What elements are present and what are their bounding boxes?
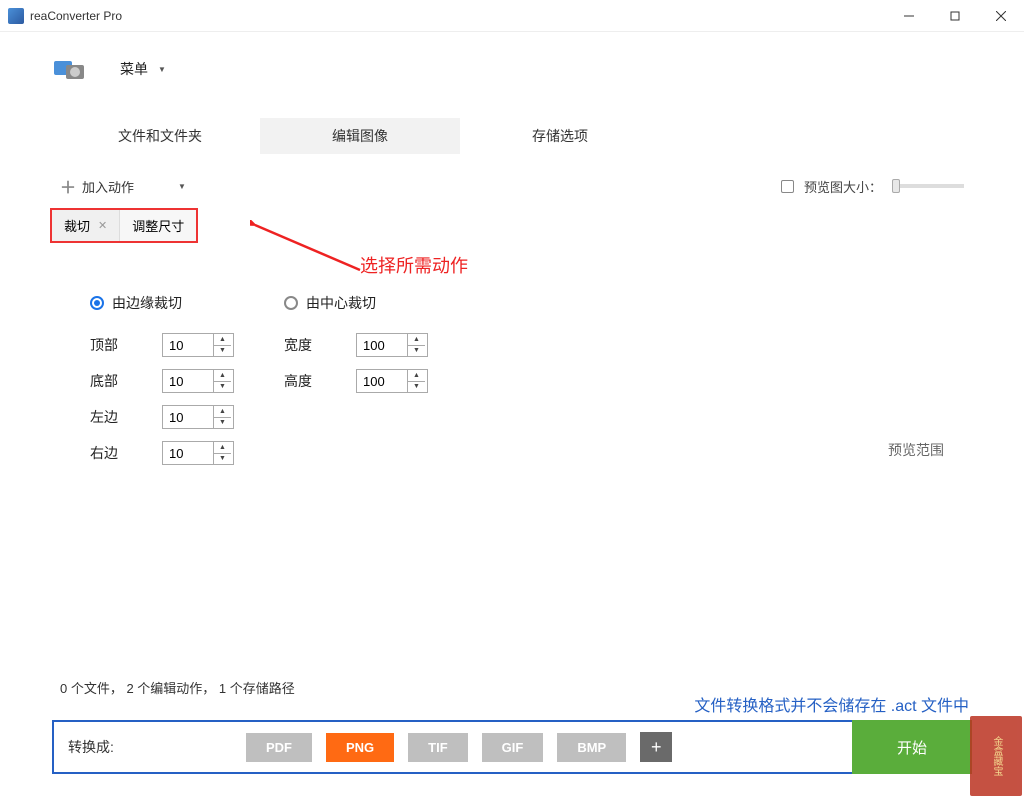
plus-icon: ＋ bbox=[60, 174, 76, 198]
spinner-bottom[interactable]: ▲▼ bbox=[162, 369, 234, 393]
radio-icon bbox=[90, 296, 104, 310]
preview-size-label: 预览图大小： bbox=[804, 177, 882, 196]
label-left: 左边 bbox=[90, 407, 138, 427]
input-width[interactable] bbox=[357, 334, 407, 356]
minimize-button[interactable] bbox=[886, 0, 932, 32]
maximize-button[interactable] bbox=[932, 0, 978, 32]
arrow-up-icon[interactable]: ▲ bbox=[408, 370, 425, 382]
preview-size-control: 预览图大小： bbox=[781, 177, 964, 196]
format-bmp[interactable]: BMP bbox=[557, 733, 626, 762]
start-button[interactable]: 开始 bbox=[852, 720, 972, 774]
subtab-crop-label: 裁切 bbox=[64, 216, 90, 235]
label-top: 顶部 bbox=[90, 335, 138, 355]
arrow-down-icon[interactable]: ▼ bbox=[214, 382, 231, 393]
close-button[interactable] bbox=[978, 0, 1024, 32]
radio-center-crop[interactable]: 由中心裁切 bbox=[284, 293, 428, 313]
spinner-right[interactable]: ▲▼ bbox=[162, 441, 234, 465]
arrow-down-icon[interactable]: ▼ bbox=[214, 346, 231, 357]
arrow-up-icon[interactable]: ▲ bbox=[214, 406, 231, 418]
subtab-resize-label: 调整尺寸 bbox=[132, 216, 184, 235]
chevron-down-icon: ▼ bbox=[178, 182, 186, 191]
preview-size-slider[interactable] bbox=[892, 184, 964, 188]
annotation-highlight-box: 裁切 ✕ 调整尺寸 bbox=[50, 208, 198, 243]
arrow-down-icon[interactable]: ▼ bbox=[214, 454, 231, 465]
annotation-arrow bbox=[250, 220, 370, 280]
main-tabs: 文件和文件夹 编辑图像 存储选项 bbox=[0, 90, 1024, 160]
preview-size-checkbox[interactable] bbox=[781, 180, 794, 193]
input-height[interactable] bbox=[357, 370, 407, 392]
arrow-up-icon[interactable]: ▲ bbox=[214, 442, 231, 454]
spinner-width[interactable]: ▲▼ bbox=[356, 333, 428, 357]
annotation-text-1: 选择所需动作 bbox=[360, 252, 468, 278]
subtab-row: 裁切 ✕ 调整尺寸 选择所需动作 bbox=[0, 208, 1024, 243]
radio-center-label: 由中心裁切 bbox=[306, 293, 376, 313]
radio-icon bbox=[284, 296, 298, 310]
spinner-height[interactable]: ▲▼ bbox=[356, 369, 428, 393]
arrow-up-icon[interactable]: ▲ bbox=[214, 370, 231, 382]
radio-edge-label: 由边缘裁切 bbox=[112, 293, 182, 313]
arrow-down-icon[interactable]: ▼ bbox=[408, 346, 425, 357]
format-tif[interactable]: TIF bbox=[408, 733, 468, 762]
arrow-up-icon[interactable]: ▲ bbox=[408, 334, 425, 346]
input-bottom[interactable] bbox=[163, 370, 213, 392]
label-width: 宽度 bbox=[284, 335, 332, 355]
label-right: 右边 bbox=[90, 443, 138, 463]
menubar: 菜单 ▼ bbox=[0, 32, 1024, 90]
label-bottom: 底部 bbox=[90, 371, 138, 391]
input-left[interactable] bbox=[163, 406, 213, 428]
format-png[interactable]: PNG bbox=[326, 733, 394, 762]
format-bar: 转换成: PDF PNG TIF GIF BMP + 开始 bbox=[52, 720, 972, 774]
preview-area-label: 预览范围 bbox=[888, 440, 944, 460]
app-logo bbox=[50, 54, 90, 84]
menu-dropdown[interactable]: 菜单 ▼ bbox=[110, 55, 176, 83]
format-pdf[interactable]: PDF bbox=[246, 733, 312, 762]
crop-panel: 由边缘裁切 顶部 ▲▼ 底部 ▲▼ 左边 ▲▼ 右边 ▲▼ 由中心裁切 宽度 ▲… bbox=[0, 243, 1024, 485]
tab-edit-image[interactable]: 编辑图像 bbox=[260, 118, 460, 154]
slider-thumb[interactable] bbox=[892, 179, 900, 193]
menu-label: 菜单 bbox=[120, 59, 148, 79]
crop-edge-column: 由边缘裁切 顶部 ▲▼ 底部 ▲▼ 左边 ▲▼ 右边 ▲▼ bbox=[90, 293, 234, 465]
close-icon[interactable]: ✕ bbox=[98, 219, 107, 232]
action-toolbar: ＋ 加入动作 ▼ 预览图大小： bbox=[0, 160, 1024, 202]
add-action-label: 加入动作 bbox=[82, 177, 134, 196]
chevron-down-icon: ▼ bbox=[158, 65, 166, 74]
crop-center-column: 由中心裁切 宽度 ▲▼ 高度 ▲▼ bbox=[284, 293, 428, 465]
arrow-down-icon[interactable]: ▼ bbox=[214, 418, 231, 429]
radio-edge-crop[interactable]: 由边缘裁切 bbox=[90, 293, 234, 313]
status-line: 0 个文件， 2 个编辑动作， 1 个存储路径 bbox=[60, 678, 295, 697]
spinner-left[interactable]: ▲▼ bbox=[162, 405, 234, 429]
titlebar: reaConverter Pro bbox=[0, 0, 1024, 32]
window-title: reaConverter Pro bbox=[30, 9, 886, 23]
tab-files[interactable]: 文件和文件夹 bbox=[60, 118, 260, 154]
input-right[interactable] bbox=[163, 442, 213, 464]
arrow-down-icon[interactable]: ▼ bbox=[408, 382, 425, 393]
tab-save-options[interactable]: 存储选项 bbox=[460, 118, 660, 154]
spinner-top[interactable]: ▲▼ bbox=[162, 333, 234, 357]
annotation-text-2: 文件转换格式并不会储存在 .act 文件中 bbox=[694, 692, 969, 716]
app-icon bbox=[8, 8, 24, 24]
watermark-stamp: 金盒藏宝 bbox=[970, 716, 1022, 796]
input-top[interactable] bbox=[163, 334, 213, 356]
subtab-resize[interactable]: 调整尺寸 bbox=[120, 210, 196, 241]
add-action-button[interactable]: ＋ 加入动作 ▼ bbox=[60, 174, 186, 198]
subtab-crop[interactable]: 裁切 ✕ bbox=[52, 210, 120, 241]
convert-to-label: 转换成: bbox=[68, 737, 158, 757]
label-height: 高度 bbox=[284, 371, 332, 391]
add-format-button[interactable]: + bbox=[640, 732, 672, 762]
format-gif[interactable]: GIF bbox=[482, 733, 544, 762]
arrow-up-icon[interactable]: ▲ bbox=[214, 334, 231, 346]
